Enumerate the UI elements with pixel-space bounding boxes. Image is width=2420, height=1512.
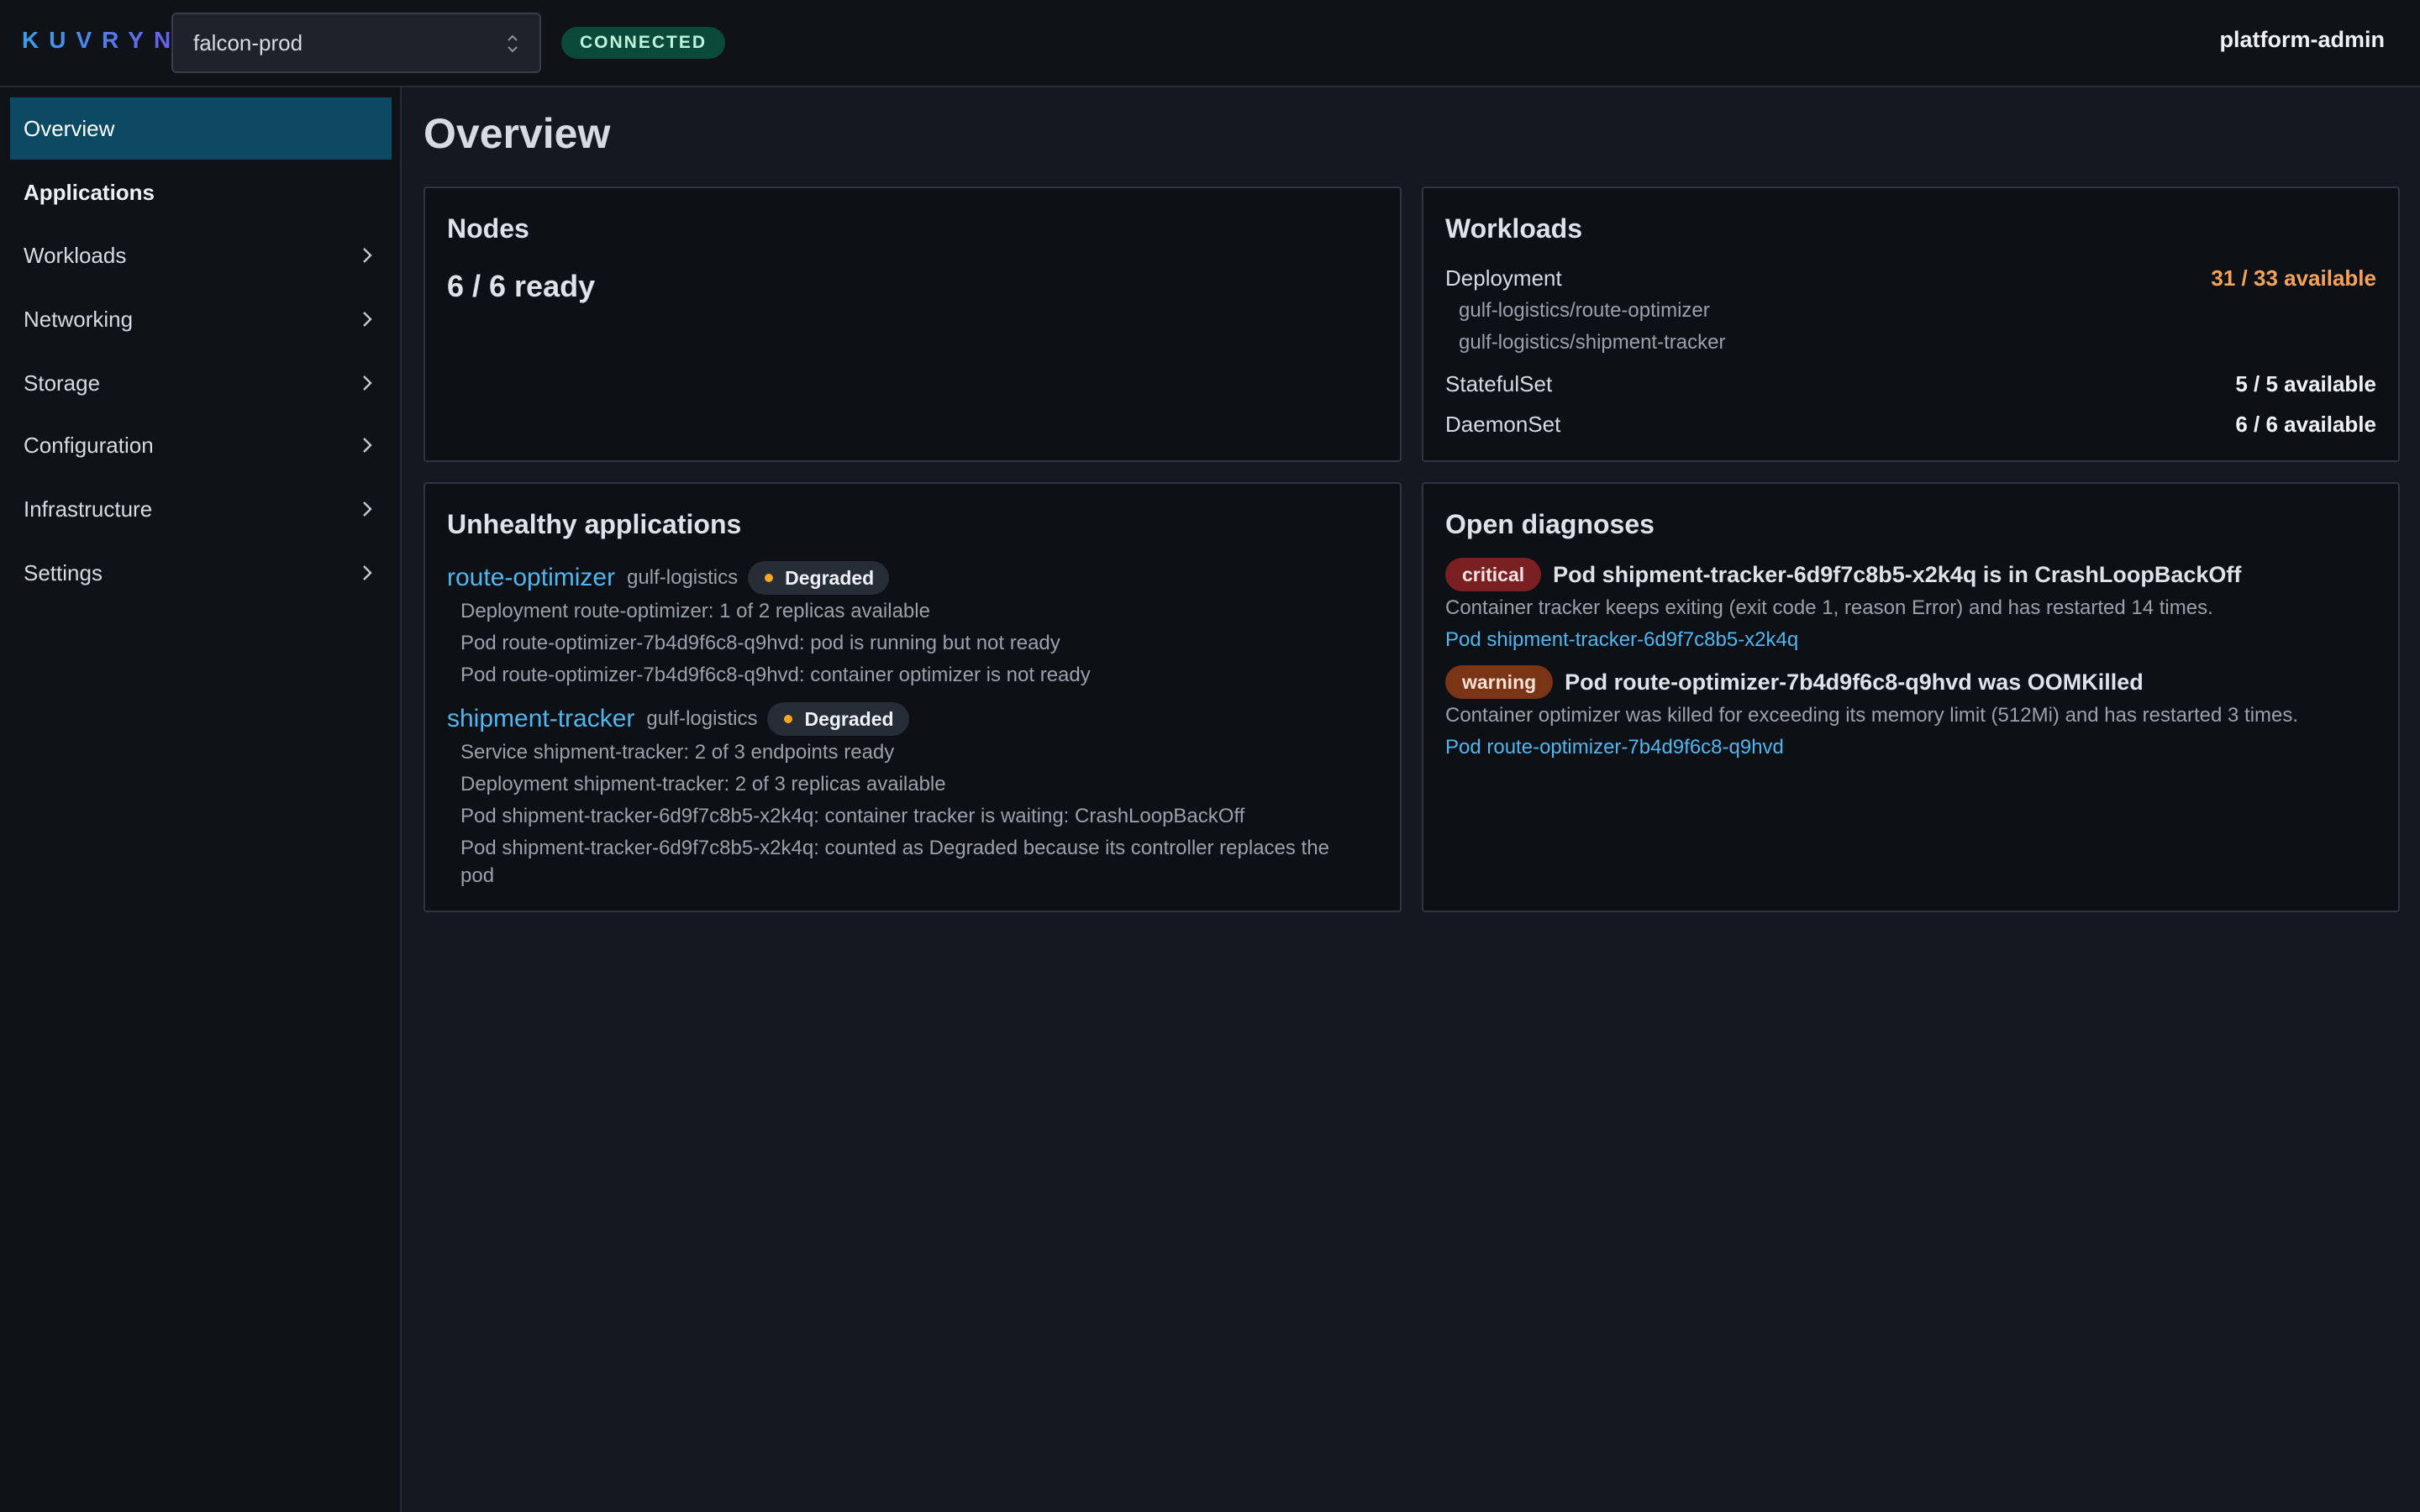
unhealthy-apps-card: Unhealthy applications route-optimizer g… — [424, 482, 1402, 912]
connection-status-badge: CONNECTED — [561, 27, 726, 59]
workload-kind: StatefulSet — [1445, 371, 1553, 396]
workload-row-deployment: Deployment 31 / 33 available — [1445, 265, 2376, 291]
status-dot-icon — [765, 574, 774, 582]
sidebar-item-label: Networking — [24, 306, 134, 332]
app-message: Pod shipment-tracker-6d9f7c8b5-x2k4q: co… — [460, 837, 1329, 887]
sidebar-item-label: Infrastructure — [24, 496, 153, 522]
chevron-right-icon — [363, 438, 372, 453]
app-logo: KUVRYN — [22, 27, 182, 53]
workload-row-statefulset: StatefulSet 5 / 5 available — [1445, 371, 2376, 397]
app-header-shipment-tracker: shipment-tracker gulf-logistics Degraded — [447, 702, 909, 736]
workload-availability: 6 / 6 available — [2235, 412, 2376, 437]
status-badge-label: Degraded — [804, 707, 894, 730]
workload-sub-item: gulf-logistics/route-optimizer — [1459, 299, 1710, 322]
sidebar: Overview Applications Workloads Networki… — [0, 87, 402, 1512]
status-badge-label: Degraded — [785, 566, 875, 589]
sidebar-item-label: Applications — [24, 179, 155, 205]
cluster-select[interactable]: falcon-prod — [171, 13, 541, 73]
sidebar-item-label: Settings — [24, 559, 103, 585]
diagnosis-title: Pod route-optimizer-7b4d9f6c8-q9hvd was … — [1565, 669, 2144, 695]
sidebar-item-applications[interactable]: Applications — [10, 161, 392, 223]
diagnosis-title: Pod shipment-tracker-6d9f7c8b5-x2k4q is … — [1553, 561, 2242, 587]
sidebar-item-label: Configuration — [24, 432, 154, 458]
sidebar-item-storage[interactable]: Storage — [10, 352, 392, 414]
sidebar-item-infrastructure[interactable]: Infrastructure — [10, 478, 392, 540]
open-diagnoses-title: Open diagnoses — [1445, 509, 1655, 539]
chevron-right-icon — [363, 248, 372, 263]
workload-availability: 5 / 5 available — [2235, 371, 2376, 396]
user-menu[interactable]: platform-admin — [2219, 27, 2385, 53]
nodes-ready-stat: 6 / 6 ready — [447, 269, 596, 303]
diagnosis-header: critical Pod shipment-tracker-6d9f7c8b5-… — [1445, 558, 2241, 591]
diagnosis-description: Container optimizer was killed for excee… — [1445, 704, 2299, 727]
workload-kind: Deployment — [1445, 265, 1562, 291]
workload-availability: 31 / 33 available — [2211, 265, 2376, 291]
app-namespace: gulf-logistics — [646, 707, 758, 730]
diagnosis-header: warning Pod route-optimizer-7b4d9f6c8-q9… — [1445, 665, 2144, 699]
nodes-card: Nodes 6 / 6 ready — [424, 186, 1402, 462]
chevron-right-icon — [363, 565, 372, 580]
app-header-route-optimizer: route-optimizer gulf-logistics Degraded — [447, 561, 890, 595]
app-message: Deployment shipment-tracker: 2 of 3 repl… — [460, 773, 946, 795]
diagnosis-resource-link[interactable]: Pod route-optimizer-7b4d9f6c8-q9hvd — [1445, 736, 1784, 759]
severity-badge: warning — [1445, 665, 1554, 699]
diagnosis-resource-link[interactable]: Pod shipment-tracker-6d9f7c8b5-x2k4q — [1445, 628, 1798, 652]
app-message: Deployment route-optimizer: 1 of 2 repli… — [460, 600, 930, 622]
workload-kind: DaemonSet — [1445, 412, 1561, 437]
app-message: Pod route-optimizer-7b4d9f6c8-q9hvd: pod… — [460, 632, 1060, 654]
sidebar-item-settings[interactable]: Settings — [10, 542, 392, 604]
open-diagnoses-card: Open diagnoses critical Pod shipment-tra… — [1422, 482, 2400, 912]
app-link[interactable]: route-optimizer — [447, 564, 615, 592]
app-message: Pod shipment-tracker-6d9f7c8b5-x2k4q: co… — [460, 805, 1245, 827]
sidebar-item-label: Storage — [24, 370, 101, 396]
app-message: Service shipment-tracker: 2 of 3 endpoin… — [460, 741, 895, 764]
status-badge: Degraded — [767, 702, 909, 736]
diagnosis-description: Container tracker keeps exiting (exit co… — [1445, 596, 2213, 619]
sidebar-item-label: Workloads — [24, 242, 127, 268]
workloads-card-title: Workloads — [1445, 213, 1582, 244]
sidebar-item-networking[interactable]: Networking — [10, 288, 392, 350]
unhealthy-apps-title: Unhealthy applications — [447, 509, 742, 539]
workload-row-daemonset: DaemonSet 6 / 6 available — [1445, 412, 2376, 438]
chevron-right-icon — [363, 312, 372, 327]
status-badge: Degraded — [748, 561, 890, 595]
top-bar: KUVRYN falcon-prod CONNECTED platform-ad… — [0, 0, 2420, 87]
workloads-card: Workloads Deployment 31 / 33 available g… — [1422, 186, 2400, 462]
severity-badge: critical — [1445, 558, 1542, 591]
chevron-right-icon — [363, 501, 372, 517]
app-namespace: gulf-logistics — [627, 566, 739, 589]
sidebar-item-overview[interactable]: Overview — [10, 97, 392, 160]
app-link[interactable]: shipment-tracker — [447, 705, 634, 733]
sidebar-item-configuration[interactable]: Configuration — [10, 414, 392, 476]
chevron-right-icon — [363, 375, 372, 391]
nodes-card-title: Nodes — [447, 213, 529, 244]
status-dot-icon — [784, 715, 793, 723]
workload-sub-item: gulf-logistics/shipment-tracker — [1459, 331, 1726, 354]
cluster-select-value: falcon-prod — [193, 29, 303, 55]
app-message: Pod route-optimizer-7b4d9f6c8-q9hvd: con… — [460, 664, 1091, 686]
sidebar-item-label: Overview — [24, 115, 115, 141]
sidebar-item-workloads[interactable]: Workloads — [10, 224, 392, 286]
page-title: Overview — [424, 110, 611, 157]
chevron-up-down-icon — [508, 34, 518, 53]
